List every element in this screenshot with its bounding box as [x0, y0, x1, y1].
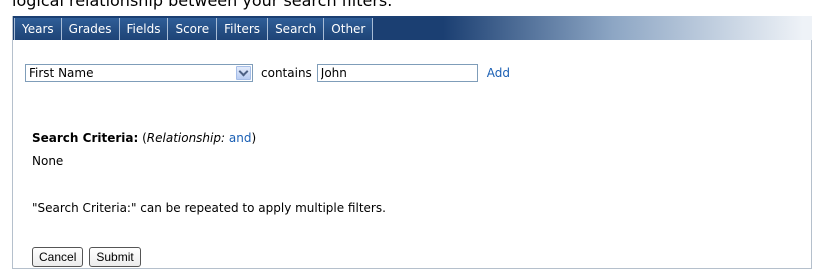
close-paren: ) [251, 131, 257, 145]
search-criteria-heading: Search Criteria: [32, 131, 139, 145]
filter-value-input[interactable] [316, 64, 478, 82]
tab-fields[interactable]: Fields [119, 18, 169, 40]
tab-other[interactable]: Other [324, 18, 374, 40]
tab-search[interactable]: Search [268, 18, 325, 40]
submit-button[interactable]: Submit [89, 247, 141, 267]
field-select[interactable]: First Name [25, 64, 253, 82]
cancel-button[interactable]: Cancel [32, 247, 84, 267]
tab-grades[interactable]: Grades [61, 18, 120, 40]
tab-row: Years Grades Fields Score Filters Search… [14, 18, 374, 40]
open-paren: ( [138, 131, 147, 145]
search-criteria-line: Search Criteria: (Relationship: and) [32, 131, 256, 145]
criteria-value: None [32, 154, 64, 168]
relationship-label: Relationship: [146, 131, 226, 145]
field-select-value: First Name [29, 66, 94, 80]
tab-years[interactable]: Years [14, 18, 62, 40]
add-link[interactable]: Add [487, 66, 510, 80]
chevron-down-icon[interactable] [236, 66, 251, 80]
operator-label: contains [261, 66, 312, 80]
filter-row: First Name contains Add [25, 63, 510, 83]
help-note: "Search Criteria:" can be repeated to ap… [32, 201, 386, 215]
tab-filters[interactable]: Filters [217, 18, 269, 40]
button-row: Cancel Submit [32, 247, 147, 267]
tab-score[interactable]: Score [168, 18, 218, 40]
search-panel: Years Grades Fields Score Filters Search… [12, 16, 812, 269]
tab-bar: Years Grades Fields Score Filters Search… [13, 16, 812, 40]
intro-text: logical relationship between your search… [12, 0, 393, 10]
relationship-link[interactable]: and [229, 131, 252, 145]
